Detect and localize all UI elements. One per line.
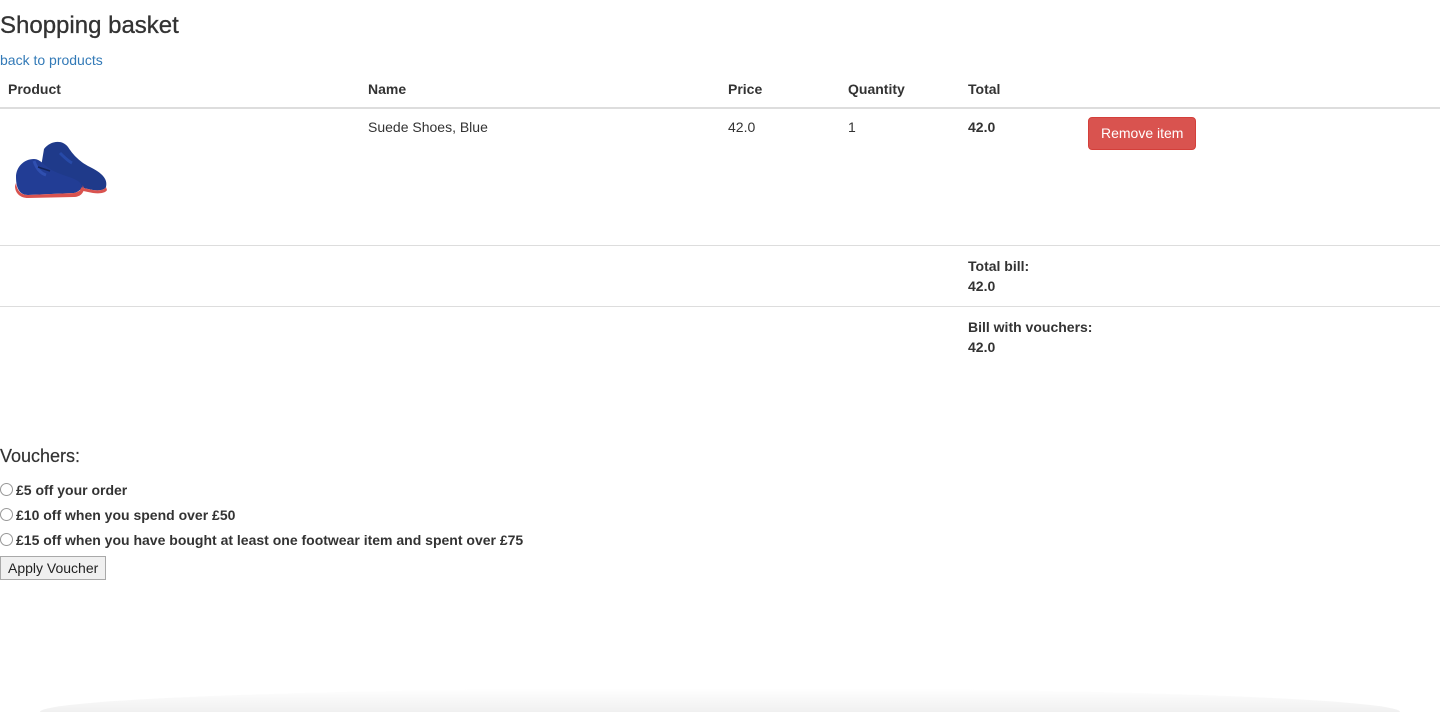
remove-item-button[interactable]: Remove item [1088, 117, 1197, 150]
bill-with-vouchers-row: Bill with vouchers: 42.0 [0, 306, 1440, 367]
item-quantity: 1 [840, 108, 960, 246]
voucher-label: £10 off when you spend over £50 [16, 506, 236, 523]
product-image-cell [0, 108, 360, 246]
total-bill-value: 42.0 [968, 277, 996, 294]
apply-voucher-button[interactable]: Apply Voucher [0, 556, 107, 580]
total-bill-cell: Total bill: 42.0 [960, 245, 1080, 307]
total-bill-label: Total bill: [968, 257, 1030, 274]
item-name: Suede Shoes, Blue [360, 108, 720, 246]
header-price: Price [720, 74, 840, 109]
voucher-radio[interactable] [0, 483, 13, 496]
bill-with-vouchers-label: Bill with vouchers: [968, 318, 1093, 335]
header-product: Product [0, 74, 360, 109]
blue-suede-shoe-icon [15, 141, 107, 198]
header-name: Name [360, 74, 720, 109]
voucher-option[interactable]: £5 off your order [0, 477, 523, 502]
basket-table: Product Name Price Quantity Total Suede … [0, 74, 1440, 367]
vouchers-heading: Vouchers: [0, 446, 81, 466]
bill-with-vouchers-value: 42.0 [968, 338, 996, 355]
voucher-option[interactable]: £10 off when you spend over £50 [0, 502, 523, 527]
bill-with-vouchers-cell: Bill with vouchers: 42.0 [960, 306, 1093, 367]
item-price: 42.0 [720, 108, 840, 246]
page-bottom-shadow [40, 688, 1400, 712]
voucher-label: £5 off your order [16, 481, 128, 498]
total-bill-row: Total bill: 42.0 [0, 245, 1440, 307]
back-to-products-link[interactable]: back to products [0, 52, 103, 68]
voucher-option[interactable]: £15 off when you have bought at least on… [0, 527, 523, 552]
header-total: Total [960, 74, 1080, 109]
vouchers-form: Vouchers: £5 off your order £10 off when… [0, 446, 523, 580]
voucher-label: £15 off when you have bought at least on… [16, 531, 524, 548]
item-actions-cell: Remove item [1080, 108, 1440, 246]
item-total: 42.0 [960, 108, 1080, 246]
voucher-radio[interactable] [0, 508, 13, 521]
header-actions [1080, 74, 1440, 109]
page-title: Shopping basket [0, 12, 179, 39]
table-header-row: Product Name Price Quantity Total [0, 74, 1440, 109]
header-quantity: Quantity [840, 74, 960, 109]
table-row: Suede Shoes, Blue 42.0 1 42.0 Remove ite… [0, 108, 1440, 246]
voucher-radio[interactable] [0, 533, 13, 546]
shopping-basket-page: Shopping basket back to products Product… [0, 0, 1440, 712]
